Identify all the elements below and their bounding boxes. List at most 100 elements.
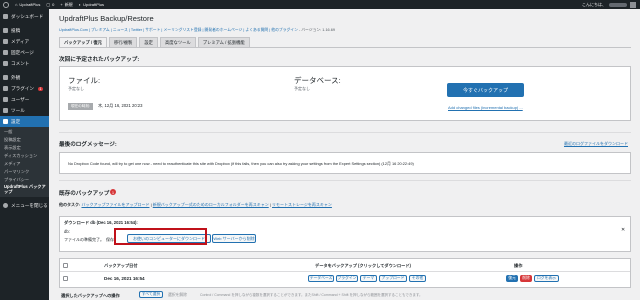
page-title: UpdraftPlus Backup/Restore: [59, 14, 154, 23]
tab-divider: [59, 47, 631, 48]
col-backup-data: データをバックアップ (クリックしてダウンロード): [315, 263, 411, 268]
tab-migrate[interactable]: 移行/複製: [108, 37, 138, 47]
table-header-divider: [60, 271, 630, 272]
files-value: 予定なし: [68, 86, 84, 91]
rescan-remote-link[interactable]: リモートストレージを再スキャン: [272, 202, 332, 207]
sidebar-item-plugins[interactable]: プラグイン 1: [0, 83, 49, 94]
media-icon: [3, 39, 8, 44]
comment-icon: [3, 61, 8, 66]
existing-backups-heading: 既存のバックアップ: [59, 191, 110, 197]
db-value: 予定なし: [294, 86, 310, 91]
main-content: UpdraftPlus Backup/Restore UpdraftPlus.C…: [52, 9, 640, 300]
home-link[interactable]: ⌂ UpdraftPlus: [15, 2, 40, 7]
sidebar-item-pages[interactable]: 固定ページ: [0, 47, 49, 58]
sidebar-item-appearance[interactable]: 外観: [0, 72, 49, 83]
log-box: No Dropbox Code found, will try to get o…: [59, 152, 631, 174]
component-others-button[interactable]: その他: [409, 275, 426, 282]
version-label: - バージョン: 1.16.69: [298, 28, 335, 32]
admin-bar: ⌂ UpdraftPlus ▢ 0 + 新規 ◐ UpdraftPlus こんに…: [0, 0, 640, 9]
submenu-updraftplus[interactable]: UpdraftPlus バックアップ: [0, 184, 49, 195]
tab-backup-restore[interactable]: バックアップ / 復元: [59, 37, 107, 47]
submenu-writing[interactable]: 投稿設定: [0, 136, 49, 144]
backup-now-button[interactable]: 今すぐバックアップ: [447, 83, 524, 97]
restore-button[interactable]: 復元: [506, 275, 518, 282]
component-themes-button[interactable]: テーマ: [360, 275, 377, 282]
close-icon[interactable]: ✕: [621, 227, 625, 233]
plugin-links[interactable]: UpdraftPlus.Com | プレミアム | ニュース | Twitter…: [59, 28, 335, 33]
delete-button[interactable]: 削除: [520, 275, 532, 282]
sidebar-item-users[interactable]: ユーザー: [0, 94, 49, 105]
site-name: UpdraftPlus: [19, 2, 41, 7]
log-message: No Dropbox Code found, will try to get o…: [68, 161, 414, 166]
home-icon: ⌂: [15, 2, 18, 7]
sidebar-item-posts[interactable]: 投稿: [0, 25, 49, 36]
plugin-update-badge: 1: [37, 86, 43, 91]
submenu-privacy[interactable]: プライバシー: [0, 176, 49, 184]
sidebar-item-tools[interactable]: ツール: [0, 105, 49, 116]
current-time-value: 木, 12月 16, 2021 20:23: [98, 103, 143, 108]
username-redacted: [609, 2, 627, 7]
next-backups-box: ファイル: 予定なし データベース: 予定なし 現在の時刻: 木, 12月 16…: [59, 66, 631, 121]
submenu-reading[interactable]: 表示設定: [0, 144, 49, 152]
bulk-actions-label: 選択したバックアップへの操作: [61, 293, 120, 298]
select-all-button[interactable]: すべて選択: [139, 291, 163, 298]
sidebar-item-dashboard[interactable]: ダッシュボード: [0, 11, 49, 22]
settings-submenu: 一般 投稿設定 表示設定 ディスカッション メディア パーマリンク プライバシー…: [0, 127, 49, 198]
new-content-link[interactable]: + 新規: [60, 2, 72, 8]
collapse-menu[interactable]: メニューを閉じる: [0, 200, 49, 211]
rescan-local-link[interactable]: 新規バックアップ一式のためのローカルフォルダーを再スキャン: [153, 202, 269, 207]
wrench-icon: [3, 108, 8, 113]
submenu-general[interactable]: 一般: [0, 128, 49, 136]
section-divider: [59, 132, 631, 133]
row-checkbox[interactable]: [63, 276, 68, 281]
component-uploads-button[interactable]: アップロード: [379, 275, 407, 282]
component-database-button[interactable]: データベース: [308, 275, 334, 282]
sidebar-item-settings[interactable]: 設定: [0, 116, 49, 127]
incremental-backup-link[interactable]: Add changed files (incremental backup) .…: [448, 105, 523, 110]
view-log-button[interactable]: ログを表示: [534, 275, 559, 282]
wordpress-logo-icon[interactable]: [3, 1, 9, 8]
backups-table: バックアップ日付 データをバックアップ (クリックしてダウンロード) 操作 De…: [59, 258, 631, 288]
submenu-permalinks[interactable]: パーマリンク: [0, 168, 49, 176]
dashboard-icon: [3, 14, 8, 19]
more-tasks: 他のタスク: バックアップファイルをアップロード | 新規バックアップ一式のため…: [59, 202, 332, 207]
pin-icon: [3, 28, 8, 33]
avatar: [630, 1, 636, 8]
submenu-discussion[interactable]: ディスカッション: [0, 152, 49, 160]
row-date: Dec 16, 2021 16:54: [104, 276, 145, 281]
collapse-icon: [3, 203, 8, 209]
updraftplus-icon: ◐: [78, 2, 82, 7]
component-plugins-button[interactable]: プラグイン: [336, 275, 358, 282]
brush-icon: [3, 75, 8, 80]
page-icon: [3, 50, 8, 55]
section-divider: [59, 180, 631, 181]
upload-backup-link[interactable]: バックアップファイルをアップロード: [81, 202, 149, 207]
download-log-link[interactable]: 最近のログファイルをダウンロード: [564, 141, 628, 147]
backup-count-badge: 1: [110, 189, 116, 195]
tab-settings[interactable]: 設定: [139, 37, 158, 47]
select-all-checkbox[interactable]: [63, 263, 68, 268]
tab-advanced-tools[interactable]: 高度なツール: [159, 37, 196, 47]
submenu-media[interactable]: メディア: [0, 160, 49, 168]
current-time-label: 現在の時刻:: [68, 103, 93, 110]
tab-premium[interactable]: プレミアム / 拡張機能: [197, 37, 250, 47]
account-menu[interactable]: こんにちは、: [582, 1, 636, 8]
download-component-label: db:: [64, 229, 70, 234]
sidebar-item-comments[interactable]: コメント: [0, 58, 49, 69]
plus-icon: +: [60, 2, 63, 7]
greeting: こんにちは、: [582, 1, 606, 7]
col-actions: 操作: [514, 263, 523, 268]
delete-from-server-button[interactable]: Web サーバーから削除: [212, 234, 256, 243]
settings-icon: [3, 119, 8, 124]
comment-count[interactable]: ▢ 0: [46, 2, 54, 7]
db-label: データベース:: [294, 76, 341, 85]
plugin-icon: [3, 86, 8, 91]
download-status-text: ファイルの準備完了。: [64, 237, 104, 242]
sidebar-item-media[interactable]: メディア: [0, 36, 49, 47]
download-title: ダウンロード db (Dec 16, 2021 16:54):: [64, 220, 138, 225]
nav-tabs: バックアップ / 復元 移行/複製 設定 高度なツール プレミアム / 拡張機能: [59, 37, 250, 47]
updraftplus-adminbar-link[interactable]: ◐ UpdraftPlus: [79, 2, 104, 7]
user-icon: [3, 97, 8, 102]
deselect-button[interactable]: 選択を解除: [168, 293, 187, 298]
admin-sidebar: ダッシュボード 投稿 メディア 固定ページ コメント 外観 プラグイン 1 ユーザ…: [0, 9, 49, 300]
